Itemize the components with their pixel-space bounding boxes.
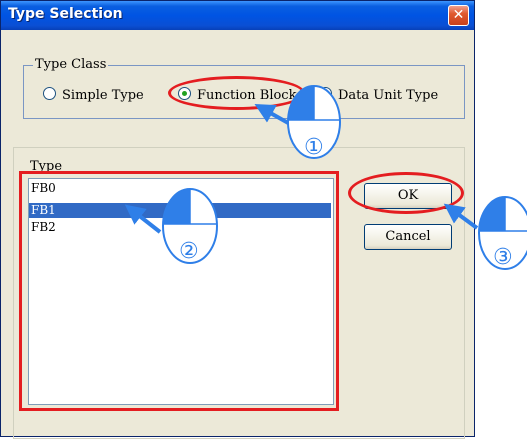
arrow-1 — [254, 104, 291, 126]
arrow-2 — [124, 204, 162, 234]
callout-3-number: ③ — [493, 245, 513, 270]
callout-2-number: ② — [179, 239, 199, 264]
arrow-3 — [443, 203, 479, 230]
callout-overlay: ① ② ③ — [124, 85, 527, 270]
callout-1-number: ① — [304, 135, 324, 160]
